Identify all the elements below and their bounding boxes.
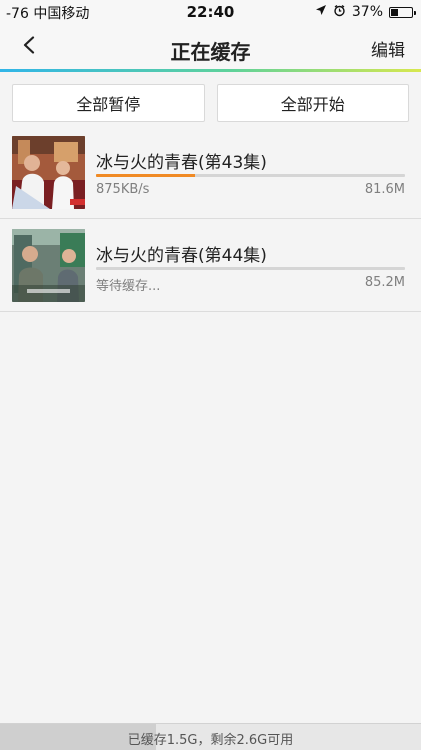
download-progress [96,174,405,177]
status-bar: -76 中国移动 22:40 37% [0,0,421,24]
storage-text: 已缓存1.5G，剩余2.6G可用 [127,733,294,748]
file-size: 85.2M [364,275,405,290]
battery-percent: 37% [351,4,383,20]
location-arrow-icon [315,4,327,20]
video-title: 冰与火的青春(第43集) [96,153,267,173]
download-progress [96,267,405,270]
nav-bar: 正在缓存 编辑 [0,24,421,70]
battery-icon [389,6,416,18]
download-actions: 全部暂停 全部开始 [12,84,409,122]
alarm-icon [333,4,346,21]
nav-accent-line [0,69,421,72]
battery-level [391,8,399,16]
video-thumbnail [12,136,85,209]
edit-button[interactable]: 编辑 [371,36,405,61]
file-size: 81.6M [364,182,405,197]
page-title: 正在缓存 [170,40,251,64]
download-speed: 875KB/s [96,182,150,197]
status-right-group: 37% [315,4,416,21]
video-title: 冰与火的青春(第44集) [96,246,267,266]
download-item-episode-44[interactable]: 冰与火的青春(第44集) 等待缓存... 85.2M [0,219,421,312]
video-thumbnail [12,229,85,302]
download-status: 等待缓存... [96,279,161,294]
pause-all-button[interactable]: 全部暂停 [12,84,205,122]
storage-summary: 已缓存1.5G，剩余2.6G可用 [0,723,421,750]
start-all-button[interactable]: 全部开始 [216,84,409,122]
download-list: 冰与火的青春(第43集) 875KB/s 81.6M 冰与火的青春(第44集) [0,126,421,312]
download-progress-fill [96,174,195,177]
download-item-episode-43[interactable]: 冰与火的青春(第43集) 875KB/s 81.6M [0,126,421,219]
